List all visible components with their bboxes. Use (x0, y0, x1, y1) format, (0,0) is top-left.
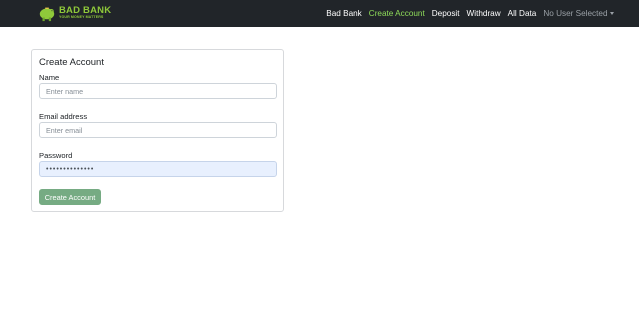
create-account-button[interactable]: Create Account (39, 189, 101, 205)
brand-tagline: YOUR MONEY MATTERS (59, 15, 104, 20)
email-input[interactable] (39, 122, 277, 138)
card-title: Create Account (39, 57, 104, 68)
caret-down-icon (609, 12, 614, 15)
brand-text: BAD BANK YOUR MONEY MATTERS (59, 6, 111, 20)
nav-link-create-account[interactable]: Create Account (365, 9, 428, 18)
nav-link-all-data[interactable]: All Data (504, 9, 540, 18)
nav-link-withdraw[interactable]: Withdraw (463, 9, 504, 18)
name-input[interactable] (39, 83, 277, 99)
nav-links: Bad Bank Create Account Deposit Withdraw… (323, 0, 617, 27)
create-account-card: Create Account Name Email address Passwo… (31, 49, 284, 212)
nav-link-bad-bank[interactable]: Bad Bank (323, 9, 366, 18)
name-label: Name (39, 73, 60, 82)
password-input[interactable] (39, 161, 277, 177)
password-label: Password (39, 151, 73, 160)
piggy-bank-icon (39, 7, 55, 22)
email-label: Email address (39, 112, 88, 121)
brand-name: BAD BANK (59, 4, 112, 16)
top-navbar: BAD BANK YOUR MONEY MATTERS Bad Bank Cre… (0, 0, 639, 27)
user-dropdown-label: No User Selected (543, 9, 608, 18)
user-dropdown[interactable]: No User Selected (540, 9, 617, 18)
nav-link-deposit[interactable]: Deposit (428, 9, 463, 18)
brand-logo[interactable]: BAD BANK YOUR MONEY MATTERS (38, 2, 111, 24)
